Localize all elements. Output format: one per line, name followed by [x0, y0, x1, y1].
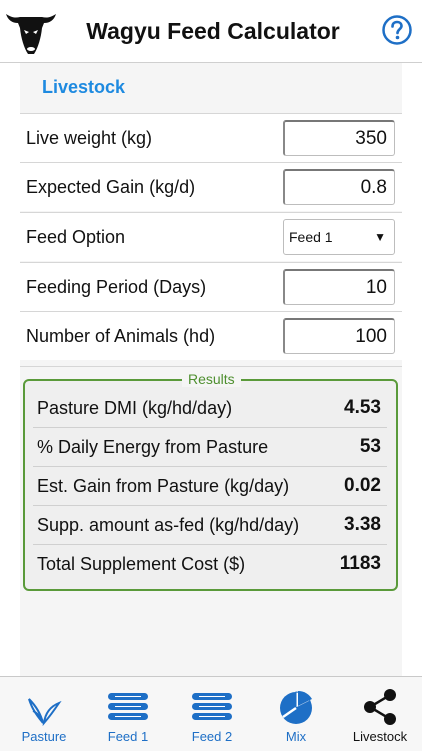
share-icon — [359, 687, 401, 727]
list-icon — [107, 687, 149, 727]
tab-bar: Pasture Feed 1 Feed 2 Mix Livestock — [0, 676, 422, 751]
result-row: Pasture DMI (kg/hd/day) 4.53 — [33, 389, 387, 428]
result-label: Est. Gain from Pasture (kg/day) — [37, 475, 290, 496]
expected-gain-input[interactable]: 0.8 — [283, 169, 395, 205]
result-value: 3.38 — [344, 514, 381, 535]
tab-livestock[interactable]: Livestock — [338, 677, 422, 751]
tab-label: Livestock — [352, 729, 408, 744]
sprout-icon — [23, 687, 65, 727]
page-title: Wagyu Feed Calculator — [86, 17, 340, 44]
result-row: Total Supplement Cost ($) 1183 — [33, 545, 387, 583]
result-row: % Daily Energy from Pasture 53 — [33, 428, 387, 467]
feed-option-select[interactable]: Feed 1 ▼ — [283, 219, 395, 255]
question-circle-icon[interactable] — [381, 14, 413, 46]
expected-gain-label: Expected Gain (kg/d) — [26, 176, 196, 197]
result-value: 1183 — [339, 553, 381, 574]
result-value: 4.53 — [344, 397, 381, 418]
list-icon — [191, 687, 233, 727]
row-live-weight: Live weight (kg) 350 — [20, 113, 402, 162]
results-box: Results Pasture DMI (kg/hd/day) 4.53 % D… — [23, 371, 398, 591]
feed-option-value: Feed 1 — [289, 229, 333, 245]
number-animals-input[interactable]: 100 — [283, 318, 395, 354]
result-label: Total Supplement Cost ($) — [37, 553, 246, 574]
result-value: 53 — [359, 436, 381, 457]
tab-feed-1[interactable]: Feed 1 — [86, 677, 170, 751]
livestock-screen: Livestock Live weight (kg) 350 Expected … — [0, 63, 422, 676]
feeding-period-input[interactable]: 10 — [283, 269, 395, 305]
result-row: Supp. amount as-fed (kg/hd/day) 3.38 — [33, 506, 387, 545]
result-label: Pasture DMI (kg/hd/day) — [37, 397, 233, 418]
number-animals-label: Number of Animals (hd) — [26, 325, 216, 346]
tab-label: Feed 2 — [191, 729, 233, 744]
tab-feed-2[interactable]: Feed 2 — [170, 677, 254, 751]
result-value: 0.02 — [344, 475, 381, 496]
row-number-animals: Number of Animals (hd) 100 — [20, 311, 402, 360]
tab-mix[interactable]: Mix — [254, 677, 338, 751]
result-label: Supp. amount as-fed (kg/hd/day) — [37, 514, 300, 535]
pie-chart-icon — [275, 687, 317, 727]
feeding-period-label: Feeding Period (Days) — [26, 276, 207, 297]
cow-head-logo — [4, 4, 58, 58]
app-header: Wagyu Feed Calculator — [0, 0, 422, 63]
row-expected-gain: Expected Gain (kg/d) 0.8 — [20, 162, 402, 211]
results-legend: Results — [182, 371, 241, 387]
dropdown-arrow-icon: ▼ — [374, 230, 386, 244]
divider — [20, 366, 402, 367]
tab-label: Feed 1 — [107, 729, 149, 744]
feed-option-label: Feed Option — [26, 226, 126, 247]
tab-pasture[interactable]: Pasture — [2, 677, 86, 751]
live-weight-label: Live weight (kg) — [26, 127, 153, 148]
result-row: Est. Gain from Pasture (kg/day) 0.02 — [33, 467, 387, 506]
live-weight-input[interactable]: 350 — [283, 120, 395, 156]
section-title: Livestock — [42, 76, 126, 97]
tab-label: Mix — [285, 729, 307, 744]
row-feed-option: Feed Option Feed 1 ▼ — [20, 212, 402, 261]
row-feeding-period: Feeding Period (Days) 10 — [20, 262, 402, 311]
result-label: % Daily Energy from Pasture — [37, 436, 269, 457]
tab-label: Pasture — [21, 729, 67, 744]
